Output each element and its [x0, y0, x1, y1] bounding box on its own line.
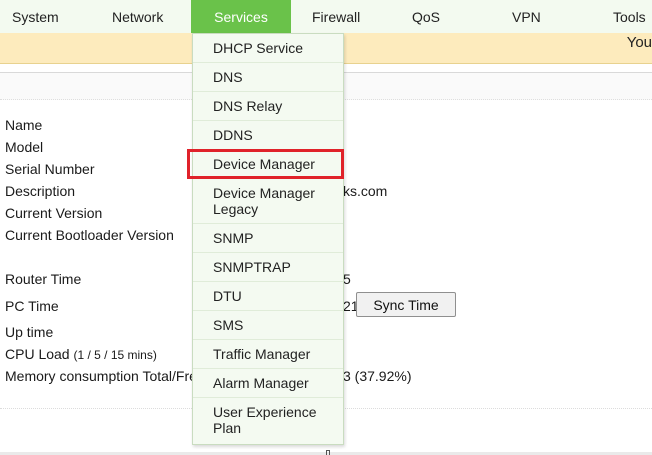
- nav-network[interactable]: Network: [112, 0, 163, 33]
- label-serial-number: Serial Number: [5, 161, 95, 177]
- label-bootloader-version: Current Bootloader Version: [5, 227, 174, 243]
- label-name: Name: [5, 117, 43, 133]
- nav-vpn[interactable]: VPN: [512, 0, 541, 33]
- value-router-time: 5: [343, 271, 351, 287]
- highlight-box: [187, 149, 344, 179]
- services-dropdown-menu: DHCP Service DNS DNS Relay DDNS Device M…: [192, 33, 344, 445]
- menu-item-label: Traffic Manager: [213, 346, 311, 362]
- menu-item-dns[interactable]: DNS: [193, 63, 343, 92]
- menu-item-label: DNS Relay: [213, 98, 283, 114]
- value-description: ks.com: [343, 183, 388, 199]
- value-memory: 3 (37.92%): [343, 368, 412, 384]
- menu-item-snmptrap[interactable]: SNMPTRAP: [193, 253, 343, 282]
- menu-item-label: Device Manager Legacy: [213, 185, 315, 217]
- menu-item-sms[interactable]: SMS: [193, 311, 343, 340]
- menu-item-dtu[interactable]: DTU: [193, 282, 343, 311]
- menu-item-label: SNMPTRAP: [213, 259, 291, 275]
- label-memory: Memory consumption Total/Fre: [5, 368, 197, 384]
- menu-item-label: DDNS: [213, 127, 253, 143]
- cursor-icon: [326, 450, 330, 455]
- label-router-time: Router Time: [5, 271, 82, 287]
- menu-item-label: SNMP: [213, 230, 254, 246]
- cpu-load-subtext: (1 / 5 / 15 mins): [73, 348, 157, 362]
- nav-tools[interactable]: Tools: [613, 0, 646, 33]
- label-description: Description: [5, 183, 76, 199]
- nav-services[interactable]: Services: [191, 0, 291, 33]
- menu-item-label: SMS: [213, 317, 244, 333]
- menu-item-label: DTU: [213, 288, 242, 304]
- menu-item-traffic-manager[interactable]: Traffic Manager: [193, 340, 343, 369]
- menu-item-label: Alarm Manager: [213, 375, 309, 391]
- label-current-version: Current Version: [5, 205, 103, 221]
- label-model: Model: [5, 139, 44, 155]
- label-up-time: Up time: [5, 324, 54, 340]
- menu-item-dns-relay[interactable]: DNS Relay: [193, 92, 343, 121]
- nav-firewall[interactable]: Firewall: [312, 0, 360, 33]
- label-pc-time: PC Time: [5, 298, 59, 314]
- label-cpu-load: CPU Load (1 / 5 / 15 mins): [5, 346, 157, 362]
- menu-item-label: DHCP Service: [213, 40, 303, 56]
- top-nav: System Network Services Firewall QoS VPN…: [0, 0, 652, 34]
- cpu-load-text: CPU Load: [5, 346, 70, 362]
- banner-text: You: [626, 34, 652, 51]
- menu-item-label: DNS: [213, 69, 243, 85]
- menu-item-user-experience-plan[interactable]: User Experience Plan: [193, 398, 343, 444]
- nav-system[interactable]: System: [12, 0, 59, 33]
- menu-item-snmp[interactable]: SNMP: [193, 224, 343, 253]
- menu-item-label: User Experience Plan: [213, 404, 317, 436]
- menu-item-dhcp-service[interactable]: DHCP Service: [193, 34, 343, 63]
- nav-qos[interactable]: QoS: [412, 0, 440, 33]
- menu-item-alarm-manager[interactable]: Alarm Manager: [193, 369, 343, 398]
- menu-item-ddns[interactable]: DDNS: [193, 121, 343, 150]
- sync-time-button[interactable]: Sync Time: [356, 292, 456, 317]
- menu-item-device-manager-legacy[interactable]: Device Manager Legacy: [193, 179, 343, 224]
